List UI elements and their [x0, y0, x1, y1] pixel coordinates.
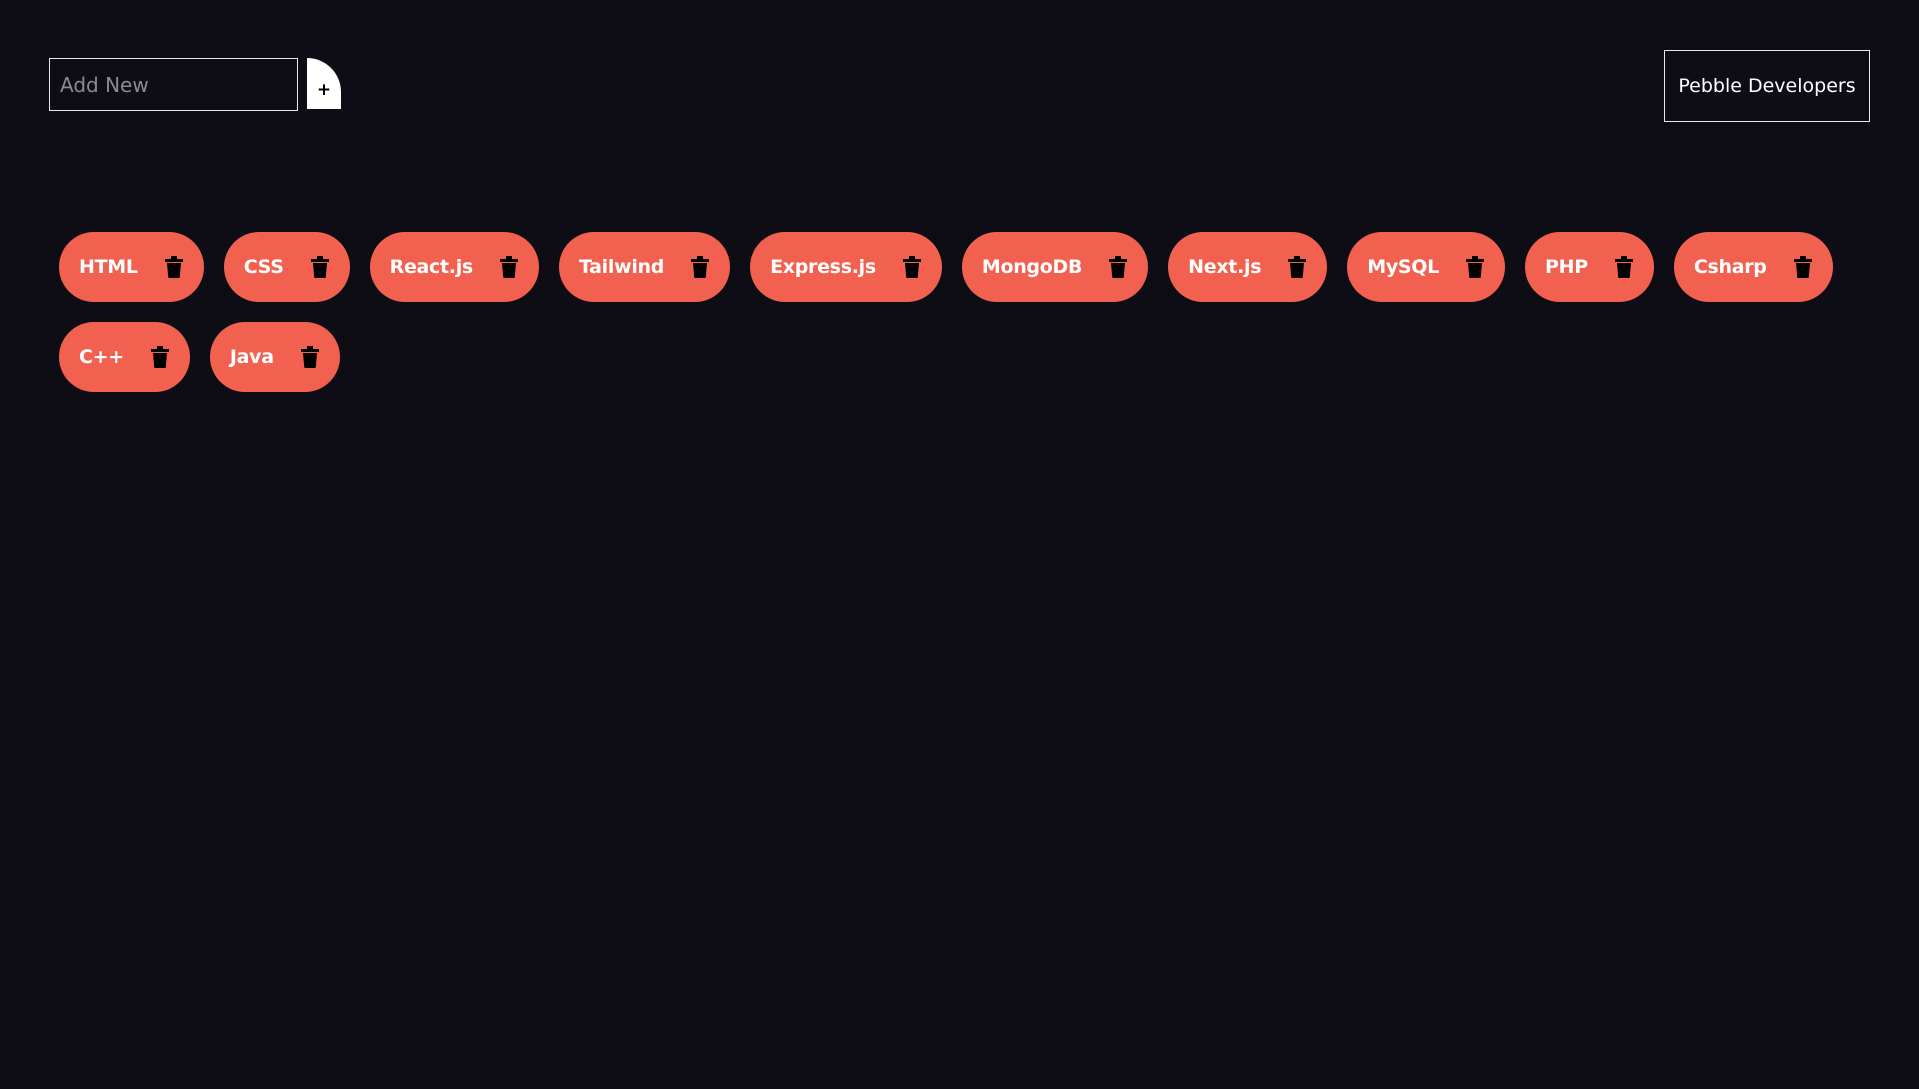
skill-tag: Express.js: [750, 232, 942, 302]
trash-icon[interactable]: [1793, 255, 1813, 279]
skill-tag-label: Next.js: [1188, 256, 1262, 278]
skill-tag: Csharp: [1673, 232, 1833, 302]
skill-tag: Tailwind: [558, 232, 731, 302]
skill-tag-label: Tailwind: [578, 256, 665, 278]
skill-tag-label: React.js: [389, 256, 474, 278]
skill-tag: PHP: [1524, 232, 1654, 302]
app-page: + Pebble Developers HTML CSS React.js Ta…: [0, 0, 1919, 1089]
trash-icon[interactable]: [1287, 255, 1307, 279]
skill-tag: C++: [59, 322, 190, 392]
skill-tag-label: CSS: [243, 256, 284, 278]
trash-icon[interactable]: [1108, 255, 1128, 279]
skill-tag-label: Csharp: [1693, 256, 1767, 278]
trash-icon[interactable]: [902, 255, 922, 279]
skill-tag: HTML: [59, 232, 204, 302]
skill-tag-label: PHP: [1544, 256, 1588, 278]
skill-tag: React.js: [369, 232, 539, 302]
pebble-developers-button[interactable]: Pebble Developers: [1664, 50, 1870, 122]
trash-icon[interactable]: [690, 255, 710, 279]
skill-tag: Java: [209, 322, 340, 392]
skill-tag: CSS: [223, 232, 350, 302]
skill-tag: MongoDB: [961, 232, 1149, 302]
skill-tag: Next.js: [1168, 232, 1328, 302]
add-button[interactable]: +: [307, 58, 341, 109]
trash-icon[interactable]: [310, 255, 330, 279]
skill-tag-label: Java: [229, 346, 274, 368]
skill-tag-label: MySQL: [1367, 256, 1439, 278]
trash-icon[interactable]: [499, 255, 519, 279]
trash-icon[interactable]: [300, 345, 320, 369]
skill-tag-list: HTML CSS React.js Tailwind Express.js Mo…: [59, 232, 1859, 392]
skill-tag-label: MongoDB: [981, 256, 1083, 278]
trash-icon[interactable]: [150, 345, 170, 369]
skill-tag-label: HTML: [79, 256, 138, 278]
add-new-input[interactable]: [49, 58, 298, 111]
trash-icon[interactable]: [1465, 255, 1485, 279]
skill-tag: MySQL: [1347, 232, 1505, 302]
trash-icon[interactable]: [1614, 255, 1634, 279]
skill-tag-label: C++: [79, 346, 124, 368]
trash-icon[interactable]: [164, 255, 184, 279]
skill-tag-label: Express.js: [770, 256, 876, 278]
add-skill-form: +: [49, 58, 341, 111]
